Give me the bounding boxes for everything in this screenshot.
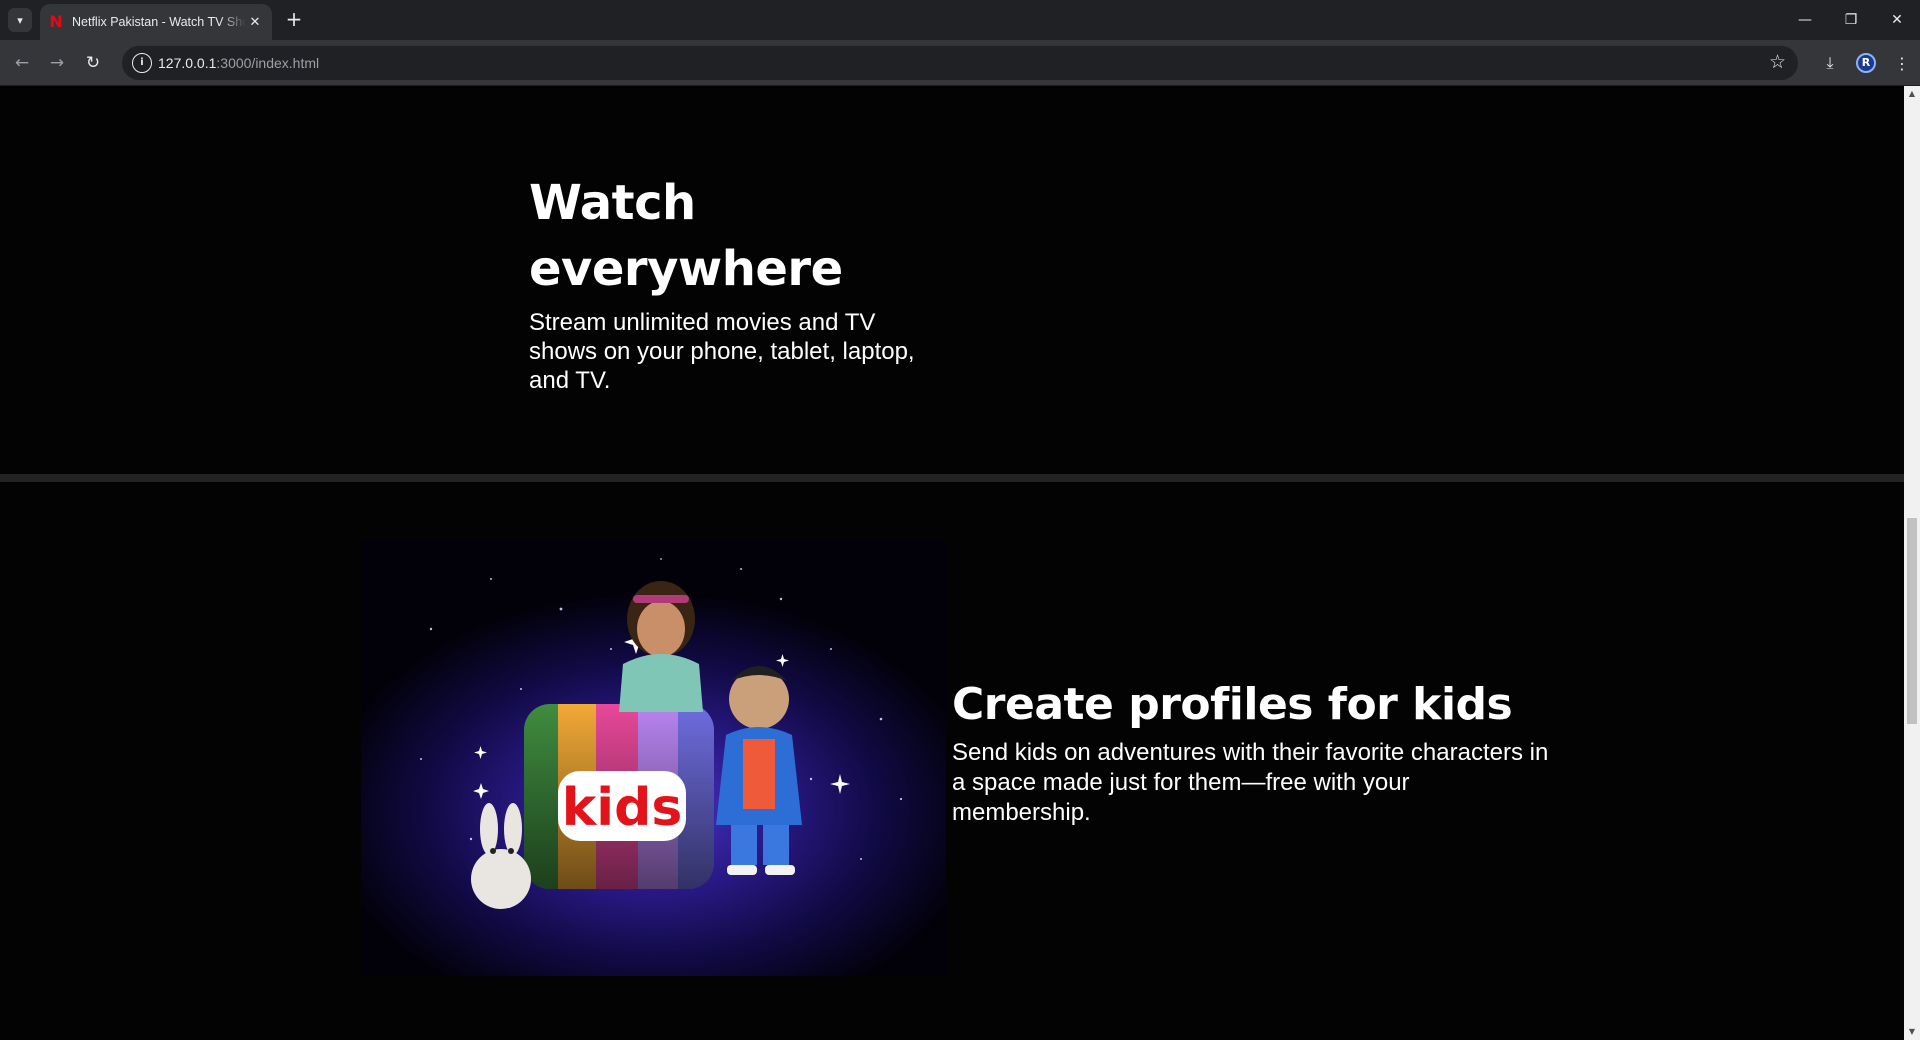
browser-menu-button[interactable]: ⋮: [1884, 49, 1920, 77]
kids-profiles-description: Send kids on adventures with their favor…: [952, 739, 1549, 826]
section-divider: [0, 474, 1904, 482]
address-bar[interactable]: i 127.0.0.1:3000/index.html ☆: [122, 46, 1798, 80]
arrow-right-icon: →: [49, 53, 65, 73]
downloads-button[interactable]: ⤓: [1812, 49, 1848, 77]
toolbar-actions: ⤓ R ⋮: [1812, 49, 1920, 77]
netflix-favicon-icon: N: [49, 12, 63, 31]
profile-button[interactable]: R: [1848, 49, 1884, 77]
chevron-down-icon: ▾: [17, 13, 23, 27]
url-path: :3000/index.html: [216, 55, 320, 71]
reload-button[interactable]: ↻: [79, 49, 107, 77]
close-window-button[interactable]: ✕: [1874, 0, 1920, 40]
minimize-icon: —: [1798, 12, 1812, 28]
avatar: R: [1856, 53, 1876, 73]
forward-button[interactable]: →: [43, 49, 71, 77]
url-text[interactable]: 127.0.0.1:3000/index.html: [158, 55, 319, 71]
new-tab-button[interactable]: +: [282, 8, 306, 32]
scroll-up-icon[interactable]: ▲: [1904, 86, 1920, 102]
tab-search-button[interactable]: ▾: [8, 8, 32, 32]
restore-icon: ❐: [1844, 12, 1858, 28]
arrow-left-icon: ←: [14, 53, 30, 73]
kebab-menu-icon: ⋮: [1894, 53, 1910, 73]
plus-icon: +: [285, 7, 303, 31]
back-button[interactable]: ←: [8, 49, 36, 77]
close-icon: ✕: [1891, 12, 1903, 28]
kids-profiles-title: Create profiles for kids: [952, 679, 1513, 730]
watch-everywhere-description: Stream unlimited movies and TV shows on …: [529, 309, 915, 394]
url-host: 127.0.0.1: [158, 55, 217, 71]
restore-button[interactable]: ❐: [1828, 0, 1874, 40]
scrollbar-thumb[interactable]: [1907, 518, 1917, 724]
tab-strip: ▾ N Netflix Pakistan - Watch TV Shows On…: [0, 0, 1920, 40]
scroll-down-icon[interactable]: ▼: [1904, 1024, 1920, 1040]
browser-tab[interactable]: N Netflix Pakistan - Watch TV Shows Onli…: [40, 4, 272, 40]
star-icon[interactable]: ☆: [1769, 51, 1786, 73]
window-controls: — ❐ ✕: [1782, 0, 1920, 40]
reload-icon: ↻: [85, 53, 101, 73]
kids-illustration: kids: [361, 539, 946, 976]
info-icon[interactable]: i: [132, 53, 152, 73]
kids-logo-text: kids: [562, 778, 683, 838]
tab-close-icon[interactable]: ✕: [246, 15, 264, 30]
tab-title: Netflix Pakistan - Watch TV Shows Online…: [72, 15, 246, 29]
minimize-button[interactable]: —: [1782, 0, 1828, 40]
page-scrollbar[interactable]: ▲ ▼: [1904, 86, 1920, 1040]
download-icon: ⤓: [1826, 53, 1834, 72]
watch-everywhere-section: Watch everywhere Stream unlimited movies…: [0, 86, 1904, 474]
kids-profiles-section: kids Create profiles for kids Send kids …: [0, 482, 1904, 1040]
page-viewport: Watch everywhere Stream unlimited movies…: [0, 86, 1904, 1040]
browser-toolbar: ← → ↻ i 127.0.0.1:3000/index.html ☆ ⤓ R …: [0, 40, 1920, 86]
watch-everywhere-title: Watch everywhere: [529, 175, 843, 297]
